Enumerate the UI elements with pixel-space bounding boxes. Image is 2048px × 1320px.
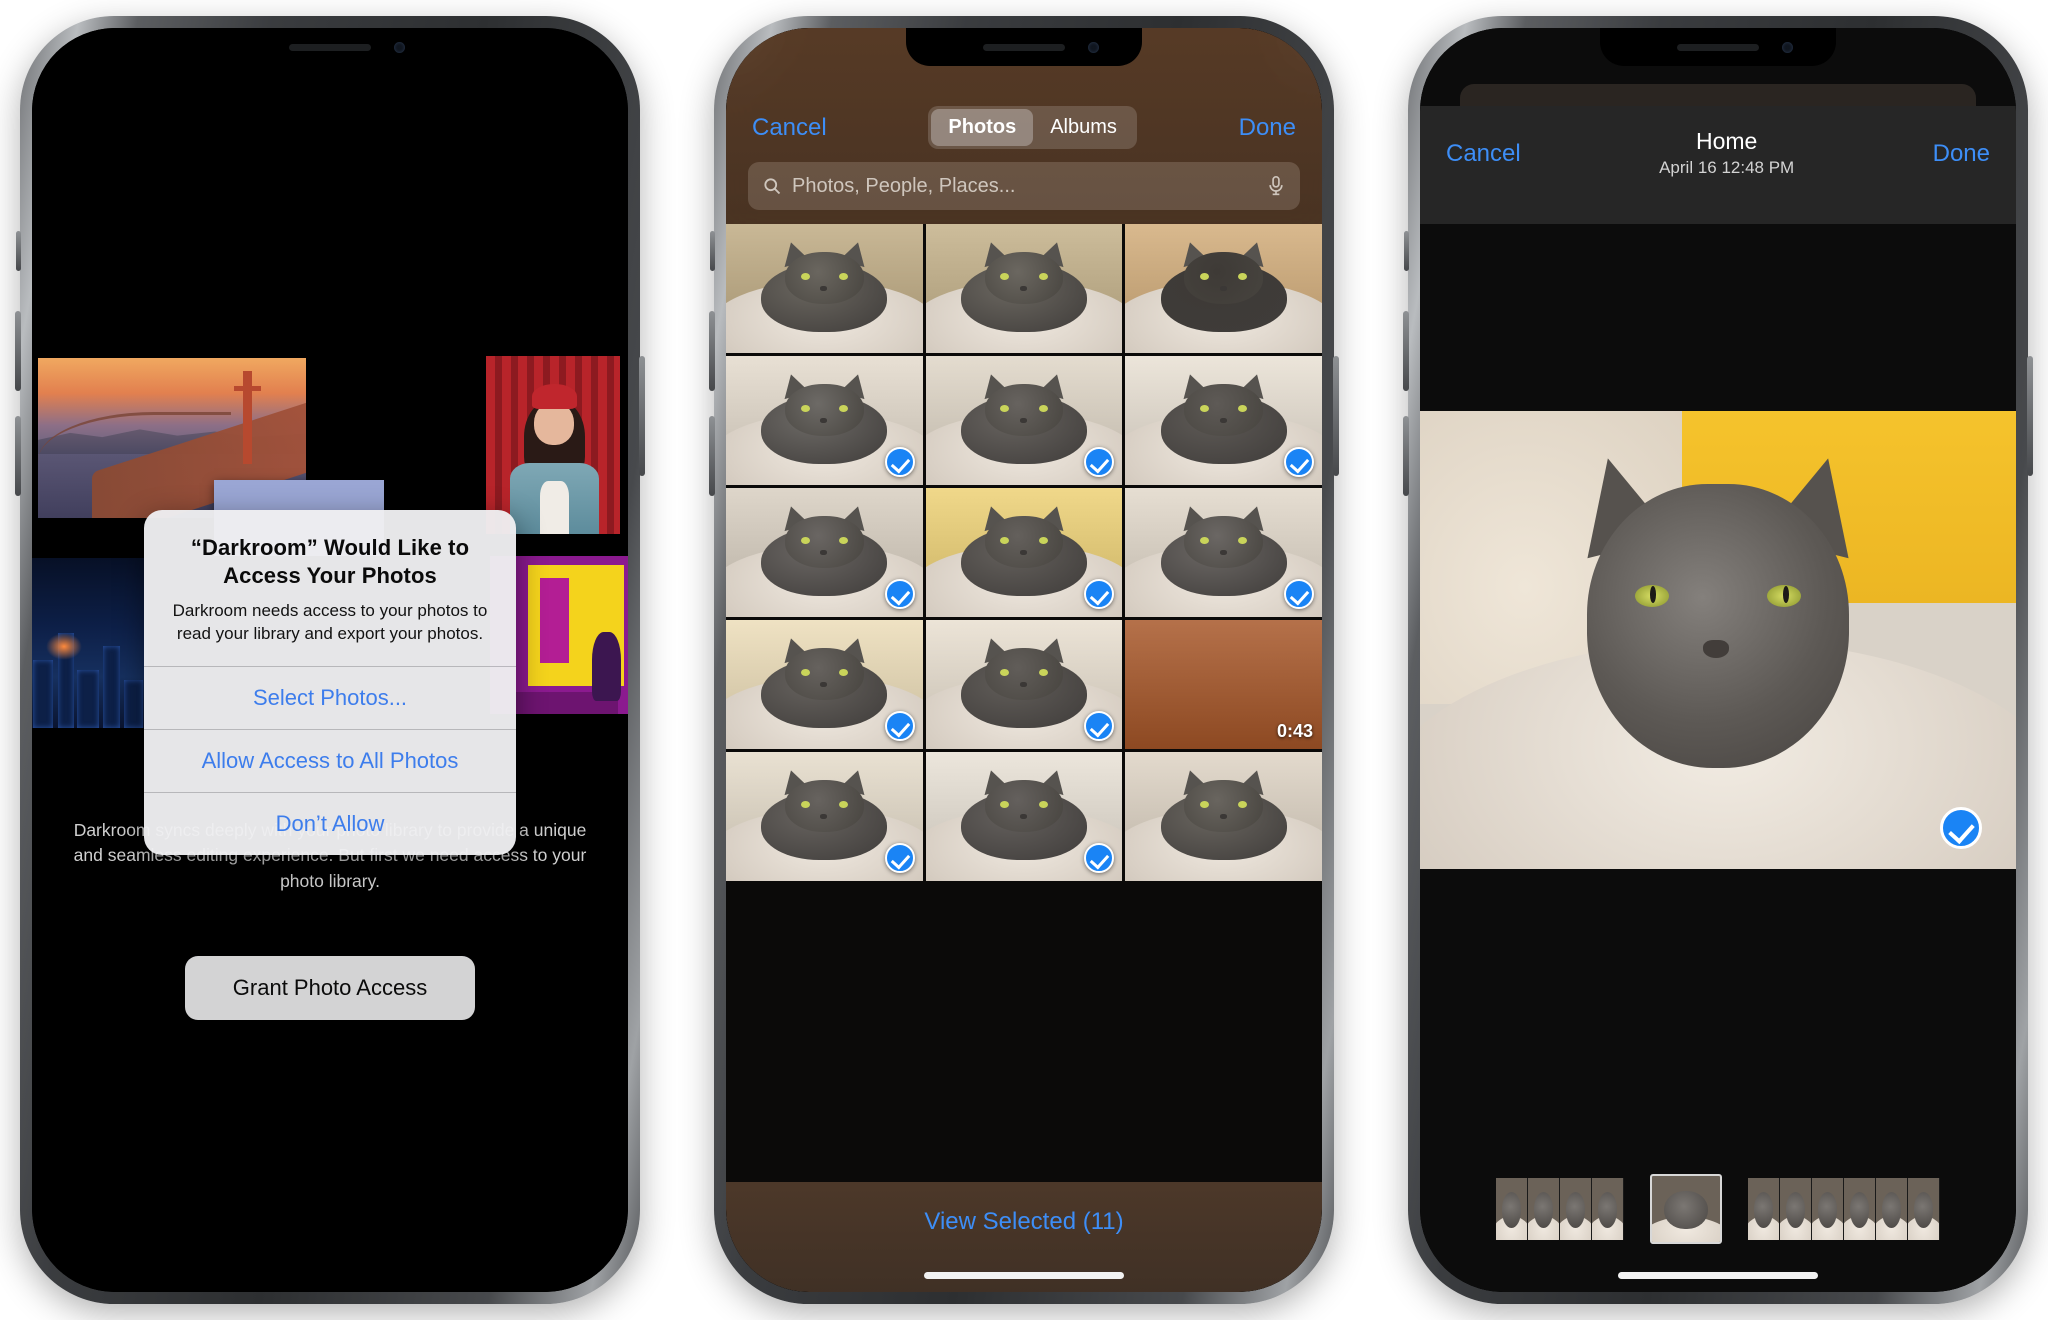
photo-grid-cell[interactable] bbox=[726, 224, 923, 353]
mute-switch[interactable] bbox=[1404, 231, 1409, 271]
detail-title-block: Home April 16 12:48 PM bbox=[1659, 128, 1794, 178]
search-field[interactable]: Photos, People, Places... bbox=[748, 162, 1300, 210]
phone-3-photo-detail: Cancel Home April 16 12:48 PM Done bbox=[1403, 16, 2033, 1304]
alert-title: “Darkroom” Would Like to Access Your Pho… bbox=[190, 535, 470, 589]
filmstrip-thumbnail[interactable] bbox=[1908, 1178, 1940, 1240]
home-indicator[interactable] bbox=[924, 1272, 1124, 1279]
filmstrip-group[interactable] bbox=[1496, 1178, 1624, 1240]
detail-navigation-bar: Cancel Home April 16 12:48 PM Done bbox=[1420, 106, 2016, 224]
done-button[interactable]: Done bbox=[1239, 114, 1296, 142]
photo-grid-cell[interactable] bbox=[726, 356, 923, 485]
earpiece-speaker bbox=[1677, 44, 1759, 51]
selected-checkmark-icon[interactable] bbox=[884, 579, 915, 609]
photo-thumbnail bbox=[1125, 224, 1322, 353]
search-icon bbox=[762, 176, 782, 196]
photo-grid-cell[interactable] bbox=[726, 752, 923, 881]
filmstrip-thumbnail[interactable] bbox=[1496, 1178, 1528, 1240]
selected-checkmark-icon[interactable] bbox=[1284, 447, 1314, 477]
mute-switch[interactable] bbox=[710, 231, 715, 271]
selected-checkmark-icon[interactable] bbox=[884, 711, 915, 741]
page-title: Home bbox=[1695, 128, 1758, 154]
filmstrip-group[interactable] bbox=[1650, 1174, 1722, 1244]
volume-up-button[interactable] bbox=[15, 311, 21, 391]
three-phone-comparison: Darkroom syncs deeply with your photo li… bbox=[0, 0, 2048, 1320]
filmstrip-thumbnail[interactable] bbox=[1748, 1178, 1780, 1240]
photo-grid-cell[interactable] bbox=[1125, 356, 1322, 485]
filmstrip-thumbnail[interactable] bbox=[1560, 1178, 1592, 1240]
power-button[interactable] bbox=[2027, 356, 2033, 476]
phone-2-photo-picker: 0:43 Cancel Photos Albums Done Photos, P… bbox=[709, 16, 1339, 1304]
thumbnail-filmstrip[interactable] bbox=[1420, 1166, 2016, 1252]
filmstrip-thumbnail-selected[interactable] bbox=[1650, 1174, 1722, 1244]
tab-albums[interactable]: Albums bbox=[1033, 109, 1134, 146]
filmstrip-thumbnail[interactable] bbox=[1780, 1178, 1812, 1240]
filmstrip-thumbnail[interactable] bbox=[1528, 1178, 1560, 1240]
cancel-button[interactable]: Cancel bbox=[752, 114, 827, 142]
notch bbox=[906, 28, 1142, 66]
photo-grid-cell[interactable] bbox=[925, 488, 1123, 617]
photo-thumbnail bbox=[1125, 752, 1322, 881]
photo-grid-cell[interactable] bbox=[726, 620, 923, 749]
tab-photos[interactable]: Photos bbox=[931, 109, 1034, 146]
cancel-button[interactable]: Cancel bbox=[1446, 128, 1521, 168]
power-button[interactable] bbox=[639, 356, 645, 476]
photo-grid-cell[interactable] bbox=[925, 356, 1123, 485]
volume-down-button[interactable] bbox=[1403, 416, 1409, 496]
filmstrip-thumbnail[interactable] bbox=[1812, 1178, 1844, 1240]
photo-grid-cell[interactable] bbox=[1125, 752, 1322, 881]
view-selected-button[interactable]: View Selected (11) bbox=[924, 1208, 1123, 1236]
notch bbox=[1600, 28, 1836, 66]
notch bbox=[212, 28, 448, 66]
volume-down-button[interactable] bbox=[15, 416, 21, 496]
volume-down-button[interactable] bbox=[709, 416, 715, 496]
front-camera bbox=[1782, 42, 1793, 53]
photo-selected-checkmark-icon[interactable] bbox=[1940, 807, 1982, 849]
alert-dont-allow-button[interactable]: Don’t Allow bbox=[144, 791, 516, 855]
grant-photo-access-button[interactable]: Grant Photo Access bbox=[185, 956, 475, 1020]
selected-checkmark-icon[interactable] bbox=[1284, 579, 1314, 609]
photo-grid-cell[interactable] bbox=[925, 752, 1123, 881]
mute-switch[interactable] bbox=[16, 231, 21, 271]
microphone-icon[interactable] bbox=[1266, 175, 1286, 197]
detail-photo[interactable] bbox=[1420, 411, 2016, 869]
filmstrip-thumbnail[interactable] bbox=[1592, 1178, 1624, 1240]
front-camera bbox=[1088, 42, 1099, 53]
home-indicator[interactable] bbox=[1618, 1272, 1818, 1279]
filmstrip-thumbnail[interactable] bbox=[1876, 1178, 1908, 1240]
earpiece-speaker bbox=[983, 44, 1065, 51]
alert-allow-all-photos-button[interactable]: Allow Access to All Photos bbox=[144, 728, 516, 792]
photo-timestamp: April 16 12:48 PM bbox=[1659, 158, 1795, 177]
city-night-skyline-photo bbox=[32, 558, 148, 728]
photo-grid-cell[interactable] bbox=[925, 620, 1123, 749]
photo-grid-cell[interactable] bbox=[1125, 224, 1322, 353]
photo-thumbnail bbox=[925, 224, 1123, 353]
filmstrip-thumbnail[interactable] bbox=[1844, 1178, 1876, 1240]
done-button[interactable]: Done bbox=[1933, 128, 1990, 168]
photo-permission-alert: “Darkroom” Would Like to Access Your Pho… bbox=[144, 510, 516, 855]
volume-up-button[interactable] bbox=[1403, 311, 1409, 391]
photo-thumbnail bbox=[726, 224, 923, 353]
phone-3-screen: Cancel Home April 16 12:48 PM Done bbox=[1420, 28, 2016, 1292]
red-beanie-portrait-photo bbox=[486, 356, 620, 534]
video-duration-badge: 0:43 bbox=[1276, 721, 1313, 741]
selected-checkmark-icon[interactable] bbox=[884, 843, 915, 873]
photo-grid-cell[interactable] bbox=[1125, 488, 1322, 617]
photo-grid-cell[interactable] bbox=[925, 224, 1123, 353]
alert-select-photos-button[interactable]: Select Photos... bbox=[144, 665, 516, 729]
selected-checkmark-icon[interactable] bbox=[884, 447, 915, 477]
photo-grid-cell[interactable]: 0:43 bbox=[1125, 620, 1322, 749]
photos-albums-segmented-control[interactable]: Photos Albums bbox=[928, 106, 1137, 149]
alert-message: Darkroom needs access to your photos to … bbox=[172, 601, 488, 644]
front-camera bbox=[394, 42, 405, 53]
phone-2-screen: 0:43 Cancel Photos Albums Done Photos, P… bbox=[726, 28, 1322, 1292]
photo-grid-cell[interactable] bbox=[726, 488, 923, 617]
power-button[interactable] bbox=[1333, 356, 1339, 476]
phone-1-screen: Darkroom syncs deeply with your photo li… bbox=[32, 28, 628, 1292]
filmstrip-group[interactable] bbox=[1748, 1178, 1940, 1240]
photo-grid[interactable]: 0:43 bbox=[726, 224, 1322, 1182]
volume-up-button[interactable] bbox=[709, 311, 715, 391]
phone-1-permission-prompt: Darkroom syncs deeply with your photo li… bbox=[15, 16, 645, 1304]
search-placeholder: Photos, People, Places... bbox=[792, 174, 1016, 197]
earpiece-speaker bbox=[289, 44, 371, 51]
